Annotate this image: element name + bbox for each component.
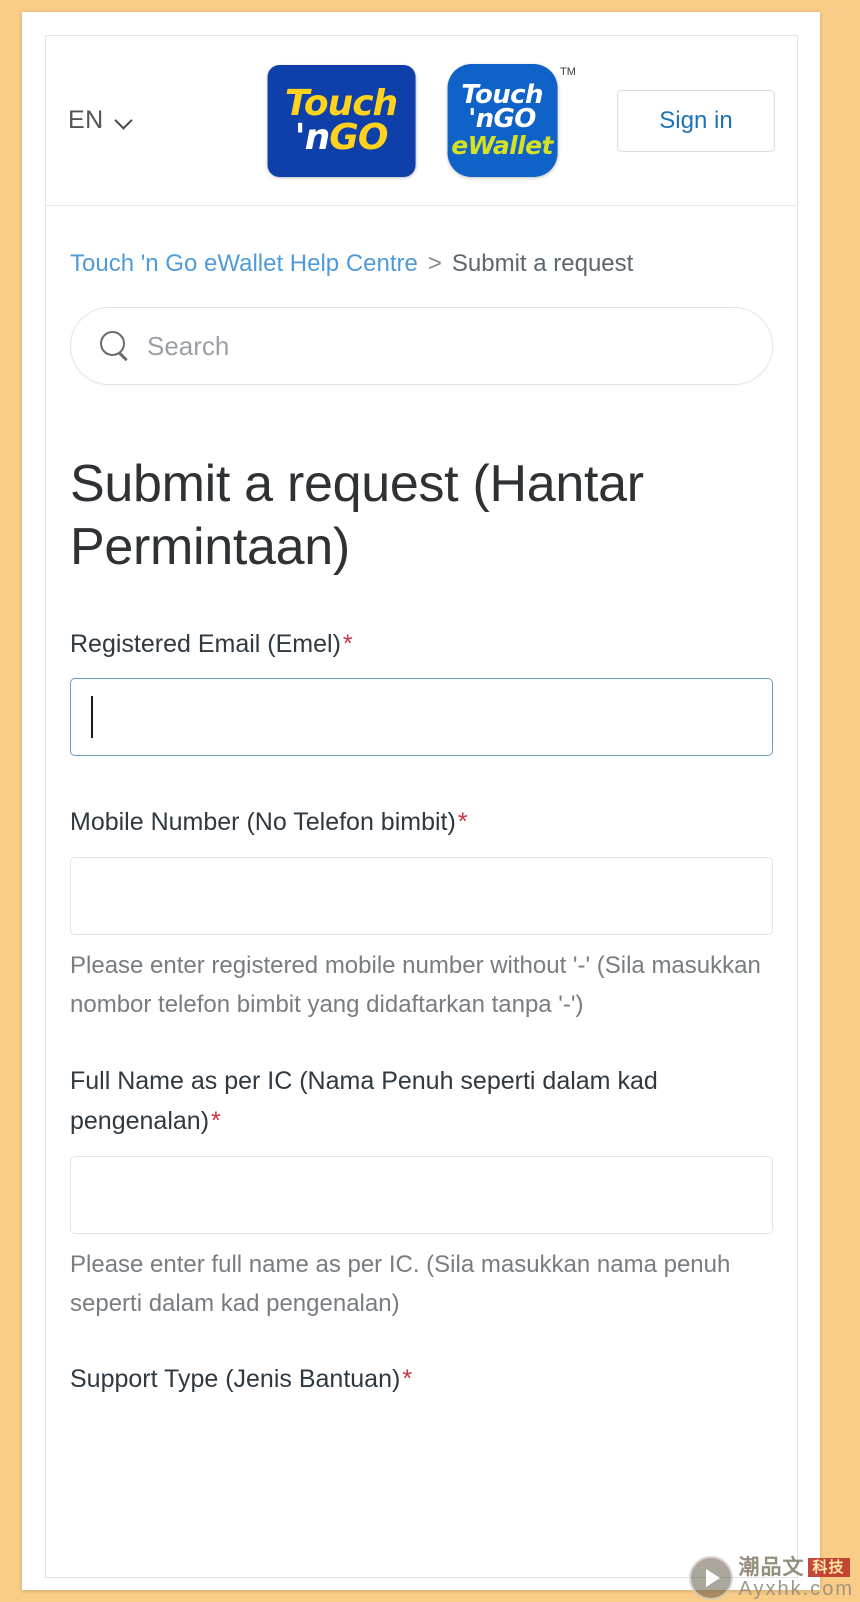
request-form: Registered Email (Emel)* Mobile Number (… [70, 624, 773, 1400]
full-name-input[interactable] [70, 1155, 773, 1234]
search-bar[interactable] [70, 307, 773, 385]
field-support-type: Support Type (Jenis Bantuan)* [70, 1359, 773, 1400]
field-label-text: Full Name as per IC (Nama Penuh seperti … [70, 1066, 658, 1136]
required-marker: * [342, 629, 353, 658]
field-hint: Please enter registered mobile number wi… [70, 951, 761, 1018]
trademark-mark: TM [560, 66, 576, 78]
field-mobile-number: Mobile Number (No Telefon bimbit)* Pleas… [70, 802, 773, 1024]
ewallet-logo-line3: eWallet [451, 130, 553, 160]
language-switcher[interactable]: EN [68, 106, 134, 135]
required-marker: * [457, 808, 468, 837]
tng-logo-apostrophe-n: 'n [294, 116, 331, 158]
search-input[interactable] [147, 330, 744, 362]
email-input-wrap [70, 678, 773, 757]
sign-in-button[interactable]: Sign in [617, 89, 775, 152]
breadcrumb-home-link[interactable]: Touch 'n Go eWallet Help Centre [70, 250, 418, 278]
field-hint: Please enter full name as per IC. (Sila … [70, 1250, 731, 1317]
main-content: Touch 'n Go eWallet Help Centre > Submit… [46, 250, 797, 1400]
field-label-text: Support Type (Jenis Bantuan) [70, 1365, 401, 1394]
field-registered-email: Registered Email (Emel)* [70, 624, 773, 757]
breadcrumb-separator: > [427, 250, 442, 277]
field-label: Full Name as per IC (Nama Penuh seperti … [70, 1061, 773, 1142]
registered-email-input[interactable] [70, 678, 773, 757]
required-marker: * [402, 1365, 413, 1394]
field-full-name: Full Name as per IC (Nama Penuh seperti … [70, 1061, 773, 1324]
breadcrumb: Touch 'n Go eWallet Help Centre > Submit… [70, 250, 773, 278]
breadcrumb-current: Submit a request [451, 250, 634, 277]
touch-n-go-ewallet-logo: Touch 'nGO eWallet [447, 64, 558, 177]
field-label: Registered Email (Emel)* [70, 624, 773, 665]
ewallet-logo-wrap: Touch 'nGO eWallet TM [447, 64, 576, 177]
mobile-number-input[interactable] [70, 856, 773, 935]
field-label: Mobile Number (No Telefon bimbit)* [70, 802, 773, 843]
page-title: Submit a request (Hantar Permintaan) [70, 455, 644, 577]
ewallet-logo-line2: 'nGO [468, 104, 536, 134]
page-card: EN Touch 'nGO Touch 'nGO eWallet TM Sign… [22, 12, 820, 1590]
tng-logo-go: GO [329, 116, 388, 158]
touch-n-go-logo: Touch 'nGO [267, 64, 416, 177]
field-label-text: Mobile Number (No Telefon bimbit) [70, 808, 456, 837]
search-icon [99, 330, 131, 362]
required-marker: * [211, 1107, 221, 1136]
logo-group: Touch 'nGO Touch 'nGO eWallet TM [267, 64, 576, 177]
language-label: EN [68, 106, 104, 134]
help-centre-container: EN Touch 'nGO Touch 'nGO eWallet TM Sign… [45, 35, 798, 1578]
site-header: EN Touch 'nGO Touch 'nGO eWallet TM Sign… [46, 36, 797, 206]
chevron-down-icon [116, 112, 134, 130]
tng-logo-line1: Touch [284, 83, 398, 125]
field-label-text: Registered Email (Emel) [70, 629, 341, 658]
tng-logo-line2: 'nGO [295, 119, 389, 155]
field-label: Support Type (Jenis Bantuan)* [70, 1359, 773, 1400]
text-caret [91, 696, 93, 739]
